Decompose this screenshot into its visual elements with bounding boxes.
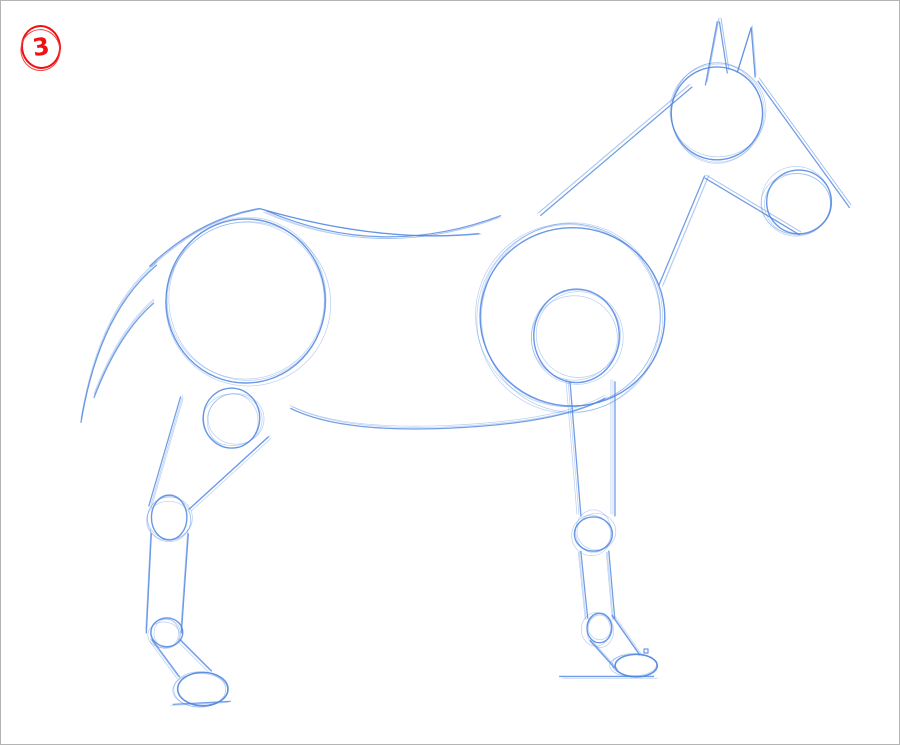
selection-handle (643, 648, 649, 654)
hind-hock-circle (147, 496, 193, 540)
hind-hock-circle (146, 496, 192, 543)
head-outline (705, 77, 852, 232)
front-hoof (611, 652, 657, 677)
stifle-circle (207, 393, 265, 445)
neck-bottom-line (662, 174, 710, 286)
neck-bottom-line (661, 176, 709, 287)
neck-top-line (538, 83, 691, 214)
neck-top-line (536, 84, 690, 214)
neck-bottom-line (658, 175, 706, 286)
front-cannon-line (580, 550, 616, 619)
hind-hoof (176, 671, 229, 707)
hind-thigh-line (150, 397, 272, 512)
muzzle-circle (760, 173, 831, 235)
hind-hock-circle (150, 494, 188, 541)
horse-sketch (80, 17, 852, 708)
stifle-circle (202, 393, 263, 446)
front-cannon-line (577, 551, 613, 620)
muzzle-circle (764, 173, 831, 236)
ear-line (706, 18, 730, 83)
hind-cannon-line (145, 528, 189, 629)
head-outline (704, 80, 851, 236)
tail-line (80, 260, 158, 419)
front-pastern-line (589, 614, 641, 668)
elbow-circle (533, 288, 620, 384)
front-fetlock-circle (580, 612, 611, 647)
front-knee-circle (576, 512, 617, 551)
drawing-canvas[interactable]: 3 (0, 0, 900, 745)
hind-fetlock-circle (153, 618, 179, 648)
neck-top-line (539, 86, 693, 217)
hindquarter-circle (165, 221, 332, 387)
hind-fetlock-circle (147, 621, 181, 649)
hind-thigh-line (150, 395, 271, 509)
front-fetlock-circle (587, 614, 612, 641)
belly-line (289, 397, 606, 430)
